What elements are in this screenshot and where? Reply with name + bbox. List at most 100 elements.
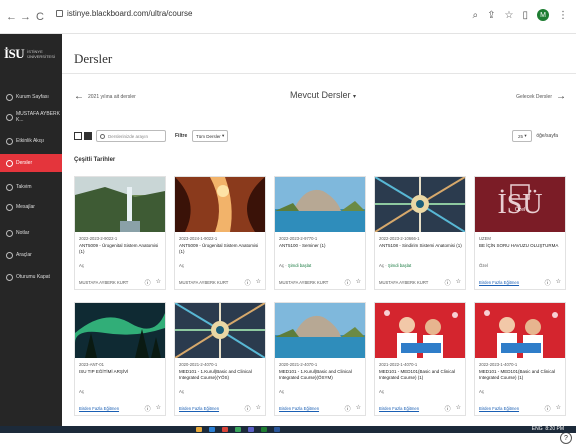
course-card[interactable]: 2020-2021-2-4070-1 MED101 - 1.Kurul(Basic…: [274, 302, 366, 416]
reload-button[interactable]: C: [36, 11, 44, 23]
sidebar-item-courses[interactable]: Dersler: [0, 154, 62, 172]
course-image[interactable]: [275, 177, 365, 232]
course-card[interactable]: İSÜ Özel UZEM BE İÇİN SORU HAVUZU OLUŞTURMA…: [474, 176, 566, 290]
current-term-dropdown[interactable]: Mevcut Dersler ▾: [290, 90, 356, 100]
course-card[interactable]: 2022-2023-2-9022-1 ANT5009 - Ürogenital S…: [74, 176, 166, 290]
sidebar-item-calendar[interactable]: Takvim: [0, 178, 62, 196]
sidebar-item-logout[interactable]: Oturumu Kapat: [0, 268, 62, 286]
university-logo[interactable]: İSU İSTİNYE ÜNİVERSİTESİ: [4, 46, 58, 62]
course-image[interactable]: [175, 303, 265, 358]
search-icon[interactable]: ⌕: [473, 10, 479, 21]
help-button[interactable]: ?: [560, 432, 572, 444]
sidebar-item-institution[interactable]: Kurum Sayfası: [0, 88, 62, 106]
star-icon[interactable]: ☆: [356, 404, 361, 413]
course-image[interactable]: [475, 303, 565, 358]
sidebar-item-activity[interactable]: Etkinlik Akışı: [0, 132, 62, 150]
course-name[interactable]: ANT5100 - Seminer (1): [279, 243, 363, 249]
course-image[interactable]: [375, 303, 465, 358]
share-icon[interactable]: ⇪: [487, 10, 495, 21]
sidebar-item-grades[interactable]: Notlar: [0, 224, 62, 242]
course-instructor[interactable]: Birden Fazla Eğitmen: [179, 406, 219, 411]
start-now-link[interactable]: Şimdi başlat: [388, 263, 411, 268]
course-instructor[interactable]: Birden Fazla Eğitmen: [279, 406, 319, 411]
forward-button[interactable]: →: [20, 11, 31, 23]
course-status: Aç · Şimdi başlat: [379, 263, 412, 268]
course-image[interactable]: İSÜ Özel: [475, 177, 565, 232]
info-icon[interactable]: ⓘ: [445, 404, 451, 413]
course-name[interactable]: ANT5108 - Sindirim Sistemi Anatomisi (1): [379, 243, 463, 249]
course-card[interactable]: 2020-2021-2-4070-1 MED101 - 1.Kurul(Basic…: [174, 302, 266, 416]
course-instructor[interactable]: Birden Fazla Eğitmen: [79, 406, 119, 411]
course-image[interactable]: [375, 177, 465, 232]
course-card[interactable]: 2022-2023-1-4070-1 MED101 - MED101(Basic …: [474, 302, 566, 416]
course-search-input[interactable]: Derslerinizde arayın: [96, 130, 166, 142]
info-icon[interactable]: ⓘ: [245, 404, 251, 413]
info-icon[interactable]: ⓘ: [445, 278, 451, 287]
sidebar-item-profile[interactable]: MUSTAFA AYBERK K...: [0, 108, 62, 126]
sidepanel-icon[interactable]: ▯: [522, 10, 528, 21]
star-icon[interactable]: ☆: [456, 404, 461, 413]
page-title: Dersler: [74, 51, 113, 66]
course-image[interactable]: [275, 303, 365, 358]
star-icon[interactable]: ☆: [356, 278, 361, 287]
info-icon[interactable]: ⓘ: [345, 278, 351, 287]
per-page-select[interactable]: 25 ▾: [512, 130, 533, 142]
course-card[interactable]: 2021-2022-1-4070-1 MED101 - MED101(Basic …: [374, 302, 466, 416]
excel-icon[interactable]: [261, 427, 267, 432]
course-name[interactable]: MED101 - 1.Kurul(Basic and Clinical Inte…: [279, 369, 363, 381]
list-view-icon[interactable]: [74, 132, 82, 140]
grid-view-icon[interactable]: [84, 132, 92, 140]
course-instructor[interactable]: Birden Fazla Eğitmen: [479, 280, 519, 285]
back-button[interactable]: ←: [6, 11, 17, 23]
teams-icon[interactable]: [248, 427, 254, 432]
profile-avatar[interactable]: M: [537, 9, 549, 21]
chevron-down-icon: ▾: [353, 94, 357, 100]
course-card[interactable]: 2023-2024-1-9022-1 ANT5009 - Ürogenital S…: [174, 176, 266, 290]
course-instructor[interactable]: Birden Fazla Eğitmen: [479, 406, 519, 411]
course-image[interactable]: [75, 303, 165, 358]
menu-icon[interactable]: ⋮: [558, 10, 568, 21]
course-card[interactable]: 2022-2023-2-9770-1 ANT5100 - Seminer (1) A…: [274, 176, 366, 290]
address-bar[interactable]: istinye.blackboard.com/ultra/course: [56, 9, 192, 18]
course-card[interactable]: 2023-ANT-01 ISU TIP EĞİTİMİ ARŞİVİ Aç Birde…: [74, 302, 166, 416]
view-toggle[interactable]: [74, 132, 92, 140]
next-term-link[interactable]: Gelecek Dersler →: [516, 91, 566, 102]
course-name[interactable]: ANT5009 - Ürogenital Sistem Anatomisi (1…: [179, 243, 263, 255]
star-icon[interactable]: ☆: [156, 278, 161, 287]
info-icon[interactable]: ⓘ: [545, 278, 551, 287]
info-icon[interactable]: ⓘ: [545, 404, 551, 413]
info-icon[interactable]: ⓘ: [245, 278, 251, 287]
info-icon[interactable]: ⓘ: [145, 278, 151, 287]
info-icon[interactable]: ⓘ: [145, 404, 151, 413]
star-icon[interactable]: ☆: [256, 404, 261, 413]
course-name[interactable]: ISU TIP EĞİTİMİ ARŞİVİ: [79, 369, 163, 375]
info-icon[interactable]: ⓘ: [345, 404, 351, 413]
course-name[interactable]: MED101 - MED101(Basic and Clinical Integ…: [479, 369, 563, 381]
course-instructor[interactable]: Birden Fazla Eğitmen: [379, 406, 419, 411]
sidebar-item-tools[interactable]: Araçlar: [0, 246, 62, 264]
course-name[interactable]: MED101 - 1.Kurul(Basic and Clinical Inte…: [179, 369, 263, 381]
star-icon[interactable]: ☆: [556, 278, 561, 287]
previous-term-link[interactable]: ← 2021 yılına ait dersler: [74, 91, 136, 102]
star-icon[interactable]: ☆: [556, 404, 561, 413]
star-icon[interactable]: ☆: [156, 404, 161, 413]
edge-icon[interactable]: [209, 427, 215, 432]
course-name[interactable]: ANT5009 - Ürogenital Sistem Anatomisi (1…: [79, 243, 163, 255]
sidebar-item-messages[interactable]: Mesajlar: [0, 198, 62, 216]
course-image[interactable]: [175, 177, 265, 232]
star-icon[interactable]: ☆: [505, 10, 514, 21]
start-now-link[interactable]: Şimdi başlat: [288, 263, 311, 268]
folder-icon[interactable]: [196, 427, 202, 432]
chrome-icon[interactable]: [222, 427, 228, 432]
app-icon[interactable]: [235, 427, 241, 432]
word-icon[interactable]: [274, 427, 280, 432]
filter-select[interactable]: Tüm Dersler ▾: [192, 130, 228, 142]
star-icon[interactable]: ☆: [256, 278, 261, 287]
course-name[interactable]: MED101 - MED101(Basic and Clinical Integ…: [379, 369, 463, 381]
arrow-left-icon: ←: [74, 91, 84, 102]
star-icon[interactable]: ☆: [456, 278, 461, 287]
course-card[interactable]: 2022-2023-2-10666-1 ANT5108 - Sindirim Si…: [374, 176, 466, 290]
course-image[interactable]: [75, 177, 165, 232]
card-actions: ⓘ ☆: [345, 278, 361, 287]
course-name[interactable]: BE İÇİN SORU HAVUZU OLUŞTURMA: [479, 243, 563, 249]
